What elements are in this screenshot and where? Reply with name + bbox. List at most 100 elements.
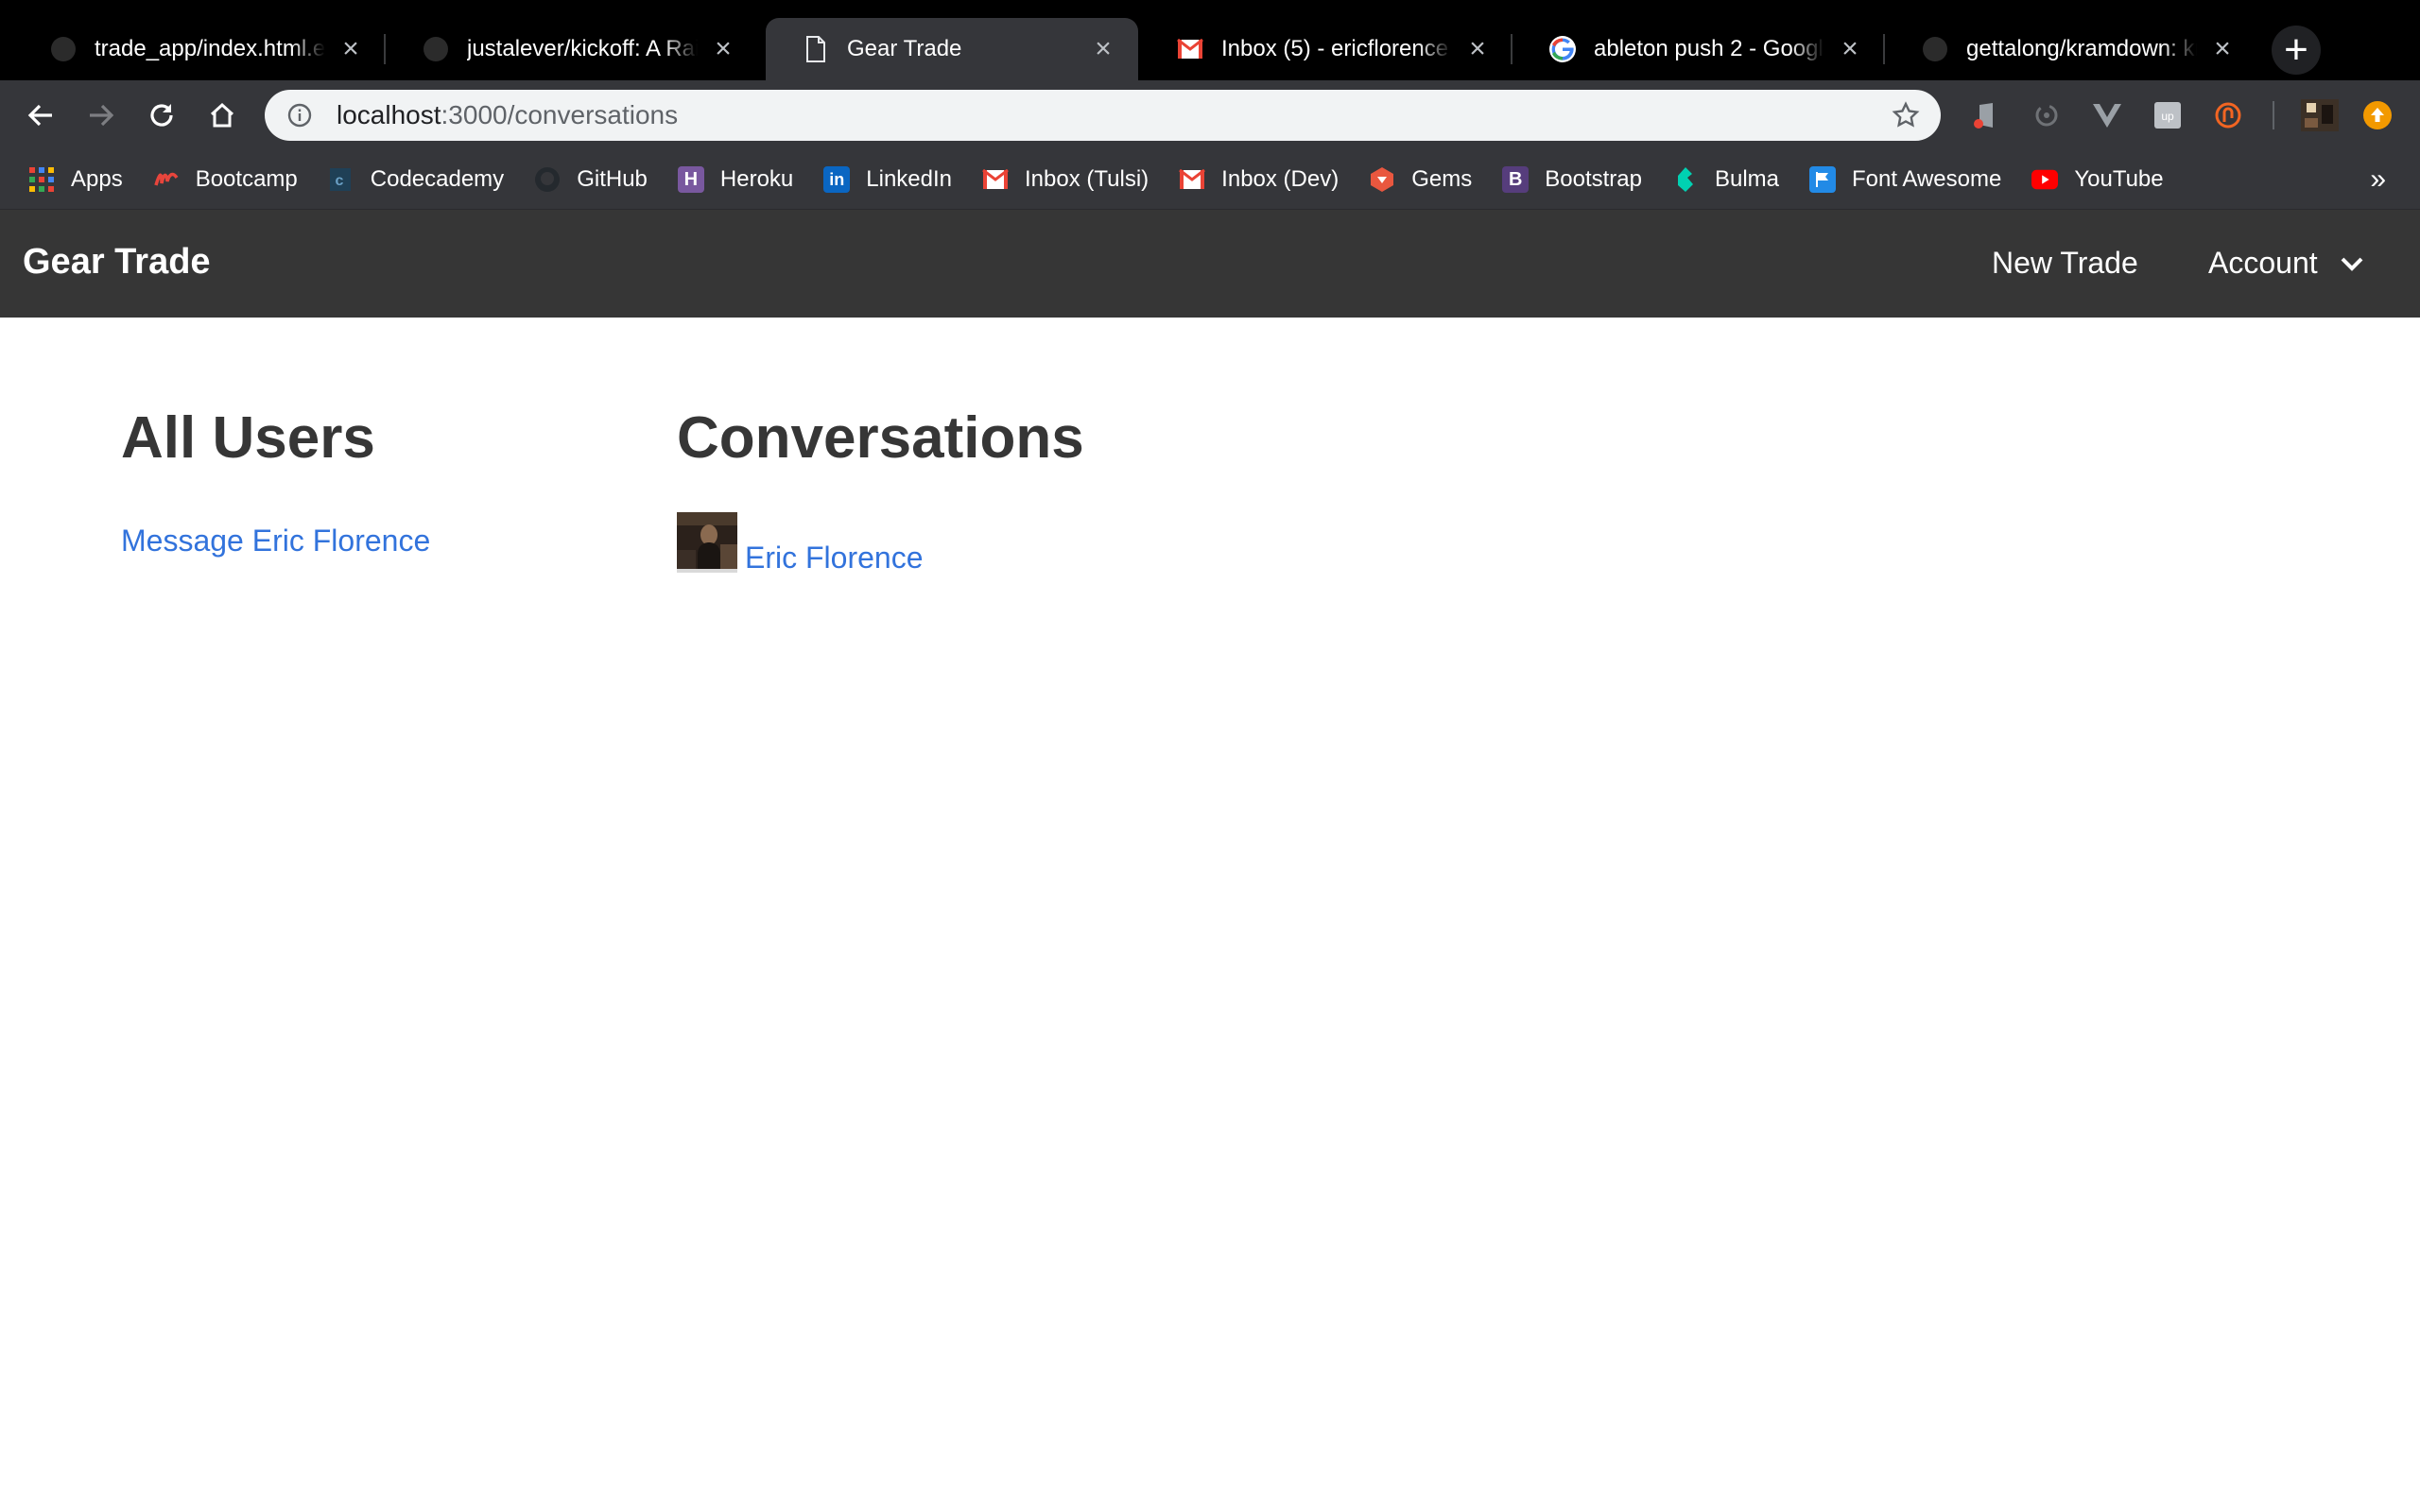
url-host: localhost bbox=[337, 100, 441, 129]
message-user-link[interactable]: Message Eric Florence bbox=[121, 524, 430, 558]
home-icon bbox=[210, 102, 234, 128]
tab-gear-trade[interactable]: Gear Trade × bbox=[766, 18, 1138, 80]
app-navbar: Gear Trade New Trade Account bbox=[0, 210, 2420, 318]
avatar bbox=[677, 512, 737, 574]
bookmark-label: Codecademy bbox=[370, 166, 505, 192]
close-icon[interactable]: × bbox=[2208, 35, 2237, 63]
close-icon[interactable]: × bbox=[709, 35, 737, 63]
plus-icon: + bbox=[2284, 26, 2308, 73]
tab-kramdown[interactable]: gettalong/kramdown: kr × bbox=[1885, 18, 2257, 80]
bookmark-label: YouTube bbox=[2074, 166, 2164, 192]
bookmark-label: GitHub bbox=[577, 166, 648, 192]
bookmark-label: Bootstrap bbox=[1545, 166, 1642, 192]
arrow-left-icon bbox=[27, 104, 52, 127]
bookmark-gems[interactable]: Gems bbox=[1369, 166, 1472, 193]
github-icon bbox=[49, 35, 78, 63]
bookmark-label: Font Awesome bbox=[1852, 166, 2002, 192]
tab-google-search[interactable]: ableton push 2 - Google × bbox=[1512, 18, 1885, 80]
gmail-icon bbox=[1179, 166, 1206, 193]
extension-sync-icon[interactable] bbox=[2031, 99, 2063, 131]
bookmark-label: Bootcamp bbox=[195, 166, 298, 192]
github-icon bbox=[1921, 35, 1949, 63]
font-awesome-flag-icon bbox=[1809, 166, 1836, 193]
svg-text:up: up bbox=[2161, 110, 2174, 123]
codecademy-icon: c bbox=[328, 166, 354, 193]
extension-orange-icon[interactable] bbox=[2212, 99, 2244, 131]
youtube-icon bbox=[2031, 166, 2059, 193]
document-icon bbox=[802, 35, 830, 63]
bookmark-youtube[interactable]: YouTube bbox=[2031, 166, 2164, 193]
bookmark-label: Inbox (Dev) bbox=[1221, 166, 1340, 192]
bookmark-apps[interactable]: Apps bbox=[28, 166, 123, 193]
tab-title: Gear Trade bbox=[847, 36, 962, 61]
svg-text:c: c bbox=[335, 173, 344, 190]
bookmarks-bar: Apps Bootcamp c Codecademy GitHub H Hero… bbox=[0, 150, 2420, 210]
tab-title: Inbox (5) - ericflorence bbox=[1221, 36, 1449, 61]
gmail-icon bbox=[982, 166, 1009, 193]
bookmark-heroku[interactable]: H Heroku bbox=[677, 166, 794, 193]
url-text: localhost:3000/conversations bbox=[337, 100, 1890, 130]
profile-avatar[interactable] bbox=[2301, 99, 2339, 131]
brand-link[interactable]: Gear Trade bbox=[23, 242, 211, 283]
extension-office-icon[interactable] bbox=[1970, 99, 2002, 131]
all-users-heading: All Users bbox=[121, 405, 375, 471]
gmail-icon bbox=[1176, 35, 1204, 63]
toolbar-divider bbox=[2273, 101, 2274, 129]
bookmark-inbox-tulsi[interactable]: Inbox (Tulsi) bbox=[982, 166, 1149, 193]
browser-toolbar: localhost:3000/conversations up bbox=[0, 80, 2420, 150]
new-tab-button[interactable]: + bbox=[2272, 26, 2321, 75]
home-button[interactable] bbox=[200, 94, 244, 137]
bookmark-bootcamp[interactable]: Bootcamp bbox=[153, 166, 298, 193]
forward-button[interactable] bbox=[79, 94, 123, 137]
address-bar[interactable]: localhost:3000/conversations bbox=[265, 90, 1941, 141]
close-icon[interactable]: × bbox=[1089, 35, 1117, 63]
bookmark-label: Apps bbox=[71, 166, 123, 192]
account-dropdown[interactable]: Account bbox=[2208, 246, 2365, 281]
tab-title: trade_app/index.html.erb bbox=[95, 36, 325, 61]
bookmark-bulma[interactable]: Bulma bbox=[1672, 166, 1779, 193]
tab-title: gettalong/kramdown: kr bbox=[1966, 36, 2197, 61]
bookmarks-overflow-button[interactable]: » bbox=[2370, 163, 2386, 196]
close-icon[interactable]: × bbox=[337, 35, 365, 63]
extension-up-icon[interactable]: up bbox=[2152, 99, 2184, 131]
bookmark-codecademy[interactable]: c Codecademy bbox=[328, 166, 504, 193]
reload-button[interactable] bbox=[140, 94, 183, 137]
bulma-icon bbox=[1672, 166, 1699, 193]
update-icon[interactable] bbox=[2361, 99, 2394, 131]
browser-tab-strip: trade_app/index.html.erb × justalever/ki… bbox=[0, 0, 2420, 80]
bootcamp-icon bbox=[153, 166, 180, 193]
bookmark-label: Gems bbox=[1411, 166, 1473, 192]
new-trade-link[interactable]: New Trade bbox=[1992, 246, 2138, 281]
bookmark-github[interactable]: GitHub bbox=[534, 166, 648, 193]
info-icon[interactable] bbox=[285, 101, 314, 129]
close-icon[interactable]: × bbox=[1463, 35, 1492, 63]
conversation-item[interactable]: Eric Florence bbox=[677, 512, 1622, 574]
apps-grid-icon bbox=[28, 166, 55, 193]
tab-inbox[interactable]: Inbox (5) - ericflorence × bbox=[1140, 18, 1512, 80]
conversations-heading: Conversations bbox=[677, 405, 1084, 471]
bookmark-inbox-dev[interactable]: Inbox (Dev) bbox=[1179, 166, 1339, 193]
extension-vue-icon[interactable] bbox=[2091, 99, 2123, 131]
bookmark-bootstrap[interactable]: B Bootstrap bbox=[1502, 166, 1642, 193]
bookmark-font-awesome[interactable]: Font Awesome bbox=[1809, 166, 2001, 193]
tab-trade-app[interactable]: trade_app/index.html.erb × bbox=[13, 18, 386, 80]
bookmark-label: LinkedIn bbox=[866, 166, 953, 192]
url-path: :3000/conversations bbox=[441, 100, 679, 129]
bootstrap-icon: B bbox=[1502, 166, 1530, 193]
back-button[interactable] bbox=[19, 94, 62, 137]
github-icon bbox=[534, 166, 561, 193]
rubygems-icon bbox=[1369, 166, 1395, 193]
bookmark-star-icon[interactable] bbox=[1890, 99, 1922, 131]
linkedin-icon: in bbox=[823, 166, 851, 193]
bookmark-linkedin[interactable]: in LinkedIn bbox=[823, 166, 952, 193]
conversation-user-link[interactable]: Eric Florence bbox=[745, 542, 924, 573]
google-icon bbox=[1548, 35, 1577, 63]
tab-title: ableton push 2 - Google bbox=[1594, 36, 1824, 61]
bookmark-label: Bulma bbox=[1714, 166, 1779, 192]
close-icon[interactable]: × bbox=[1836, 35, 1864, 63]
account-label: Account bbox=[2208, 246, 2318, 280]
tab-kickoff[interactable]: justalever/kickoff: A Rails × bbox=[386, 18, 758, 80]
bookmark-label: Inbox (Tulsi) bbox=[1025, 166, 1150, 192]
chevron-down-icon bbox=[2339, 250, 2365, 277]
bookmark-label: Heroku bbox=[719, 166, 794, 192]
